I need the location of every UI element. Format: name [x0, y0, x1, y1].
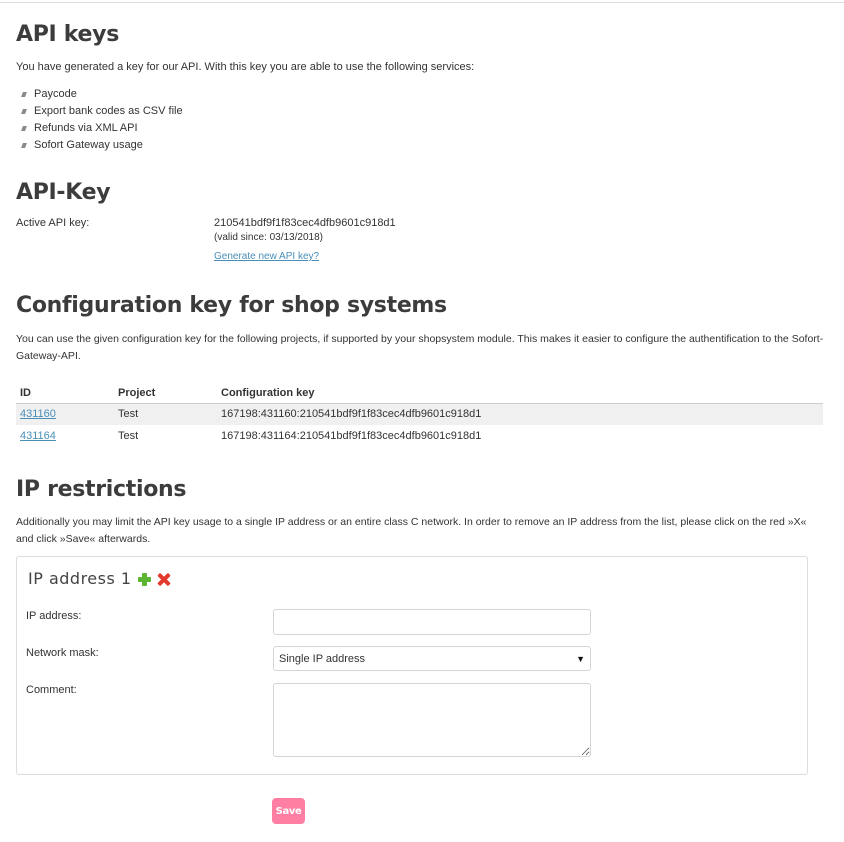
service-item: Export bank codes as CSV file — [21, 103, 183, 120]
comment-textarea[interactable] — [273, 683, 591, 757]
bullet-icon — [21, 109, 27, 114]
ip-address-fieldset: IP address 1 IP address: Network mask: S… — [16, 556, 808, 775]
network-mask-selected: Single IP address — [279, 652, 366, 665]
cell-id: 431160 — [16, 403, 114, 425]
config-key-table: ID Project Configuration key 431160 Test… — [16, 383, 823, 447]
ip-restrictions-description: Additionally you may limit the API key u… — [16, 516, 807, 545]
bullet-icon — [21, 143, 27, 148]
project-id-link[interactable]: 431160 — [20, 408, 56, 420]
cell-config-key: 167198:431160:210541bdf9f1f83cec4dfb9601… — [217, 403, 823, 425]
service-item: Paycode — [21, 86, 183, 103]
ip-address-title: IP address 1 — [28, 569, 170, 588]
valid-since-text: (valid since: 03/13/2018) — [214, 232, 323, 243]
config-key-description: You can use the given configuration key … — [16, 333, 824, 362]
bullet-icon — [21, 92, 27, 97]
x-icon[interactable] — [156, 572, 170, 586]
api-keys-intro: You have generated a key for our API. Wi… — [16, 61, 475, 73]
ip-restrictions-heading: IP restrictions — [16, 477, 187, 502]
ip-address-label: IP address: — [26, 610, 82, 622]
comment-label: Comment: — [26, 684, 77, 696]
table-row: 431160 Test 167198:431160:210541bdf9f1f8… — [16, 403, 823, 425]
active-api-key-label: Active API key: — [16, 217, 90, 229]
bullet-icon — [21, 126, 27, 131]
plus-icon[interactable] — [137, 572, 151, 586]
config-key-heading: Configuration key for shop systems — [16, 293, 447, 318]
save-button[interactable]: Save — [272, 798, 305, 824]
services-list: Paycode Export bank codes as CSV file Re… — [21, 86, 183, 154]
dropdown-arrow-icon: ▼ — [576, 653, 585, 664]
api-key-heading: API-Key — [16, 180, 111, 205]
service-item: Refunds via XML API — [21, 120, 183, 137]
cell-project: Test — [118, 430, 139, 442]
top-divider — [0, 2, 844, 3]
network-mask-label: Network mask: — [26, 647, 99, 659]
column-header-config-key: Configuration key — [217, 383, 823, 404]
active-api-key-value: 210541bdf9f1f83cec4dfb9601c918d1 — [214, 217, 396, 229]
project-id-link[interactable]: 431164 — [20, 430, 56, 442]
table-header-row: ID Project Configuration key — [16, 383, 823, 404]
column-header-project: Project — [114, 383, 217, 404]
table-row: 431164 Test 167198:431164:210541bdf9f1f8… — [16, 425, 823, 447]
cell-project: Test — [114, 403, 217, 425]
column-header-id: ID — [16, 383, 114, 404]
api-keys-heading: API keys — [16, 22, 119, 47]
ip-address-input[interactable] — [273, 609, 591, 635]
generate-new-api-key-link[interactable]: Generate new API key? — [214, 251, 319, 262]
cell-config-key: 167198:431164:210541bdf9f1f83cec4dfb9601… — [221, 430, 482, 442]
service-item: Sofort Gateway usage — [21, 137, 183, 154]
network-mask-select[interactable]: Single IP address ▼ — [273, 646, 591, 671]
cell-id: 431164 — [16, 425, 114, 447]
